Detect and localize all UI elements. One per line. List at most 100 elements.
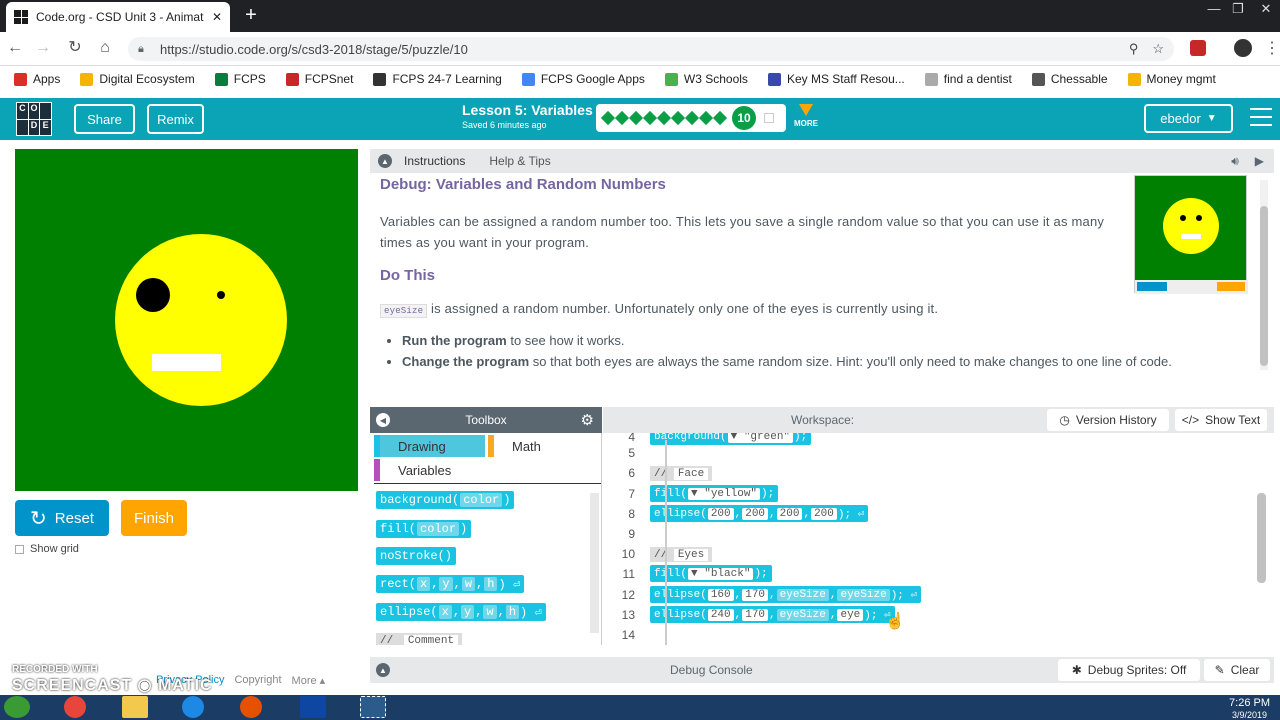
expand-debug-icon[interactable]: ▲ bbox=[376, 663, 390, 677]
taskbar-clock[interactable]: 7:26 PM 3/9/2019 bbox=[1229, 698, 1270, 720]
bookmark-label: Key MS Staff Resou... bbox=[786, 72, 905, 86]
current-puzzle-badge[interactable]: 10 bbox=[732, 106, 756, 130]
collapse-toolbox-icon[interactable]: ◀ bbox=[376, 413, 390, 427]
snipping-taskbar-icon[interactable] bbox=[360, 696, 386, 718]
forward-icon[interactable]: → bbox=[32, 37, 54, 59]
code-line-fill-yellow[interactable]: fill(▼ "yellow"); bbox=[650, 485, 779, 502]
bookmark-label: FCPSnet bbox=[304, 72, 354, 86]
toolbox-scrollbar[interactable] bbox=[590, 493, 599, 633]
progress-dot[interactable] bbox=[656, 110, 672, 126]
progress-dot[interactable] bbox=[698, 110, 714, 126]
chrome-taskbar-icon[interactable] bbox=[64, 696, 86, 718]
bookmark-star-icon[interactable]: ☆ bbox=[1152, 41, 1164, 57]
progress-dot[interactable] bbox=[600, 110, 616, 126]
bookmark-item[interactable]: FCPS Google Apps bbox=[514, 72, 653, 86]
bookmark-item[interactable]: FCPSnet bbox=[278, 72, 362, 86]
back-icon[interactable]: ← bbox=[4, 37, 26, 59]
tab-instructions[interactable]: Instructions bbox=[392, 154, 477, 168]
new-tab-button[interactable]: + bbox=[240, 4, 262, 26]
show-grid-checkbox[interactable] bbox=[15, 544, 24, 554]
close-window-icon[interactable]: ✕ bbox=[1254, 0, 1278, 20]
explorer-taskbar-icon[interactable] bbox=[122, 696, 148, 718]
bookmark-item[interactable]: Chessable bbox=[1024, 72, 1116, 86]
do-this-heading: Do This bbox=[380, 267, 435, 284]
media-taskbar-icon[interactable] bbox=[240, 696, 262, 718]
workspace-editor[interactable]: 4 background(▼ "green"); 5 6 // Face 7 f… bbox=[603, 433, 1274, 645]
browser-tab[interactable]: Code.org - CSD Unit 3 - Animatio ✕ bbox=[6, 2, 230, 32]
example-thumbnail[interactable] bbox=[1134, 175, 1248, 294]
code-line-comment-face[interactable]: // Face bbox=[650, 466, 713, 481]
bookmark-item[interactable]: W3 Schools bbox=[657, 72, 756, 86]
show-grid-toggle[interactable]: Show grid bbox=[15, 543, 79, 555]
share-button[interactable]: Share bbox=[74, 104, 135, 134]
category-variables[interactable]: Variables bbox=[374, 459, 598, 481]
home-icon[interactable]: ⌂ bbox=[94, 37, 116, 59]
gear-icon[interactable]: ⚙ bbox=[581, 411, 594, 429]
start-button-icon[interactable] bbox=[4, 696, 30, 718]
block-rect[interactable]: rect(x, y, w, h) ⏎ bbox=[376, 575, 525, 593]
progress-dot[interactable] bbox=[712, 110, 728, 126]
block-background[interactable]: background(color) bbox=[376, 491, 515, 509]
challenge-icon[interactable] bbox=[764, 113, 774, 123]
speaker-icon[interactable]: 🔊︎ bbox=[1231, 154, 1239, 169]
code-line-background[interactable]: background(▼ "green"); bbox=[650, 433, 812, 445]
bookmark-item[interactable]: find a dentist bbox=[917, 72, 1020, 86]
workspace-scrollbar[interactable] bbox=[1257, 493, 1266, 583]
progress-dot[interactable] bbox=[614, 110, 630, 126]
clear-button[interactable]: ✎ Clear bbox=[1204, 659, 1270, 681]
hamburger-menu-icon[interactable] bbox=[1250, 108, 1272, 132]
maximize-icon[interactable]: ❐ bbox=[1226, 0, 1250, 20]
profile-icon[interactable] bbox=[1234, 39, 1252, 57]
bookmark-item[interactable]: Key MS Staff Resou... bbox=[760, 72, 913, 86]
bookmark-item[interactable]: Apps bbox=[6, 72, 68, 86]
zoom-icon[interactable]: ⚲ bbox=[1129, 41, 1139, 57]
block-fill[interactable]: fill(color) bbox=[376, 520, 472, 538]
debug-sprites-button[interactable]: ✱ Debug Sprites: Off bbox=[1058, 659, 1200, 681]
copyright-link[interactable]: Copyright bbox=[234, 674, 281, 687]
progress-dot[interactable] bbox=[670, 110, 686, 126]
category-math[interactable]: Math bbox=[488, 435, 598, 457]
progress-dot[interactable] bbox=[628, 110, 644, 126]
more-button[interactable]: MORE bbox=[794, 104, 818, 128]
tab-help-tips[interactable]: Help & Tips bbox=[477, 154, 562, 168]
code-line-fill-black[interactable]: fill(▼ "black"); bbox=[650, 565, 772, 582]
block-comment[interactable]: // Comment bbox=[376, 633, 463, 645]
extension-icon[interactable] bbox=[1190, 40, 1206, 56]
right-eye-ellipse bbox=[217, 291, 225, 299]
remix-button[interactable]: Remix bbox=[147, 104, 204, 134]
codeorg-logo[interactable]: CO DE bbox=[16, 102, 52, 136]
user-menu-button[interactable]: ebedor ▼ bbox=[1144, 104, 1233, 133]
play-icon[interactable]: ▶ bbox=[1255, 154, 1264, 168]
bookmark-item[interactable]: Digital Ecosystem bbox=[72, 72, 202, 86]
progress-dot[interactable] bbox=[684, 110, 700, 126]
ie-taskbar-icon[interactable] bbox=[182, 696, 204, 718]
instructions-scrollbar[interactable] bbox=[1260, 180, 1268, 370]
watermark-line2: SCREENCAST ◉ MATIC bbox=[12, 677, 213, 694]
menu-dots-icon[interactable]: ⋮ bbox=[1264, 38, 1280, 58]
show-text-button[interactable]: </> Show Text bbox=[1175, 409, 1267, 431]
progress-dot[interactable] bbox=[642, 110, 658, 126]
outlook-taskbar-icon[interactable] bbox=[300, 696, 326, 718]
game-stage-canvas[interactable] bbox=[15, 149, 358, 491]
puzzle-progress[interactable]: 10 bbox=[596, 104, 786, 132]
code-line-comment-eyes[interactable]: // Eyes bbox=[650, 547, 713, 562]
block-nostroke[interactable]: noStroke() bbox=[376, 547, 457, 565]
address-bar[interactable]: 🔒︎ https://studio.code.org/s/csd3-2018/s… bbox=[128, 37, 1174, 61]
code-line-ellipse-left-eye[interactable]: ellipse(160, 170, eyeSize, eyeSize); ⏎ bbox=[650, 586, 922, 603]
bookmark-item[interactable]: FCPS bbox=[207, 72, 274, 86]
minimize-icon[interactable]: — bbox=[1202, 0, 1226, 20]
bookmark-item[interactable]: FCPS 24-7 Learning bbox=[365, 72, 509, 86]
code-line-ellipse-right-eye[interactable]: ellipse(240, 170, eyeSize, eye); ⏎ bbox=[650, 606, 895, 623]
close-tab-icon[interactable]: ✕ bbox=[212, 10, 222, 24]
bookmark-item[interactable]: Money mgmt bbox=[1120, 72, 1224, 86]
block-ellipse[interactable]: ellipse(x, y, w, h) ⏎ bbox=[376, 603, 546, 621]
code-line-ellipse-face[interactable]: ellipse(200, 200, 200, 200); ⏎ bbox=[650, 505, 869, 522]
reload-icon[interactable]: ↻ bbox=[64, 37, 86, 59]
collapse-instructions-icon[interactable]: ▲ bbox=[378, 154, 392, 168]
reset-button[interactable]: ↻ Reset bbox=[15, 500, 109, 536]
finish-button[interactable]: Finish bbox=[121, 500, 187, 536]
category-drawing[interactable]: Drawing bbox=[374, 435, 485, 457]
lesson-title[interactable]: Lesson 5: Variables bbox=[462, 102, 593, 118]
version-history-button[interactable]: ◷ Version History bbox=[1047, 409, 1169, 431]
footer-more-link[interactable]: More ▴ bbox=[292, 674, 326, 687]
